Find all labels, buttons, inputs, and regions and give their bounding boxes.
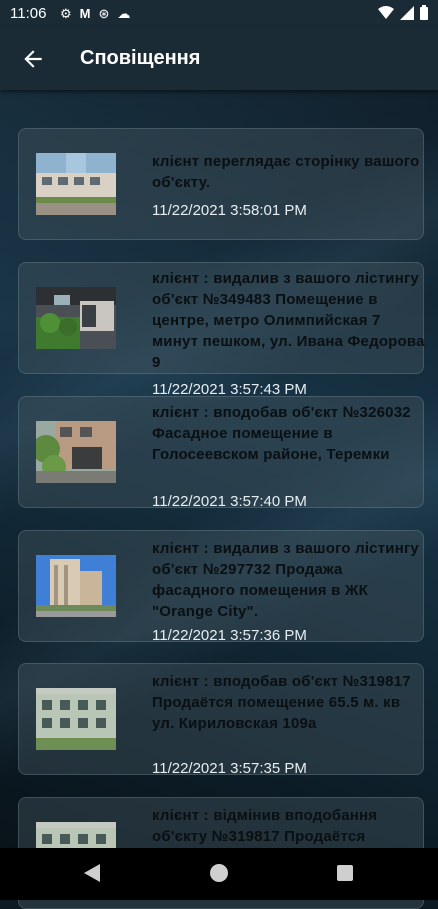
notification-card[interactable]: клієнт переглядає сторінку вашого об'єкт…: [18, 128, 424, 240]
notification-text: клієнт переглядає сторінку вашого об'єкт…: [152, 153, 420, 191]
notification-time: 11/22/2021 3:58:01 PM: [152, 202, 307, 219]
notification-time: 11/22/2021 3:57:36 PM: [152, 627, 307, 644]
property-thumbnail: [36, 153, 116, 215]
notification-text: клієнт : видалив з вашого лістингу об'єк…: [152, 540, 419, 620]
notification-text: клієнт : відмінив вподобання об'єкту №31…: [152, 807, 378, 845]
notification-card[interactable]: клієнт : видалив з вашого лістингу об'єк…: [18, 530, 424, 644]
cloud-icon: ☁: [117, 6, 131, 21]
status-system-icons: [378, 5, 428, 20]
property-thumbnail: [36, 287, 116, 349]
notification-card[interactable]: клієнт : видалив з вашого лістингу об'єк…: [18, 262, 425, 398]
notification-card[interactable]: клієнт : вподобав об'єкт №326032 Фасадно…: [18, 396, 424, 510]
status-notification-icons: ⚙ M ⊛ ☁: [60, 6, 130, 22]
system-nav-bar: [0, 848, 438, 900]
app-bar: Сповіщення: [0, 28, 438, 90]
battery-icon: [420, 5, 428, 20]
property-thumbnail: [36, 421, 116, 483]
notification-text: клієнт : вподобав об'єкт №326032 Фасадно…: [152, 404, 411, 463]
sync-icon: ⊛: [98, 6, 110, 21]
back-arrow-icon[interactable]: [20, 46, 46, 72]
nav-back-icon[interactable]: [84, 864, 100, 882]
nav-recents-icon[interactable]: [337, 865, 353, 881]
property-thumbnail: [36, 688, 116, 750]
notification-text: клієнт : видалив з вашого лістингу об'єк…: [152, 270, 425, 371]
nav-home-icon[interactable]: [210, 864, 228, 882]
status-bar: 11:06 ⚙ M ⊛ ☁: [0, 0, 438, 28]
page-title: Сповіщення: [80, 47, 201, 69]
notification-text: клієнт : вподобав об'єкт №319817 Продаёт…: [152, 673, 411, 732]
property-thumbnail: [36, 555, 116, 617]
mail-icon: M: [79, 6, 91, 21]
gear-icon: ⚙: [60, 6, 72, 21]
notification-time: 11/22/2021 3:57:35 PM: [152, 760, 307, 777]
notification-time: 11/22/2021 3:57:40 PM: [152, 493, 307, 510]
signal-icon: [400, 5, 414, 20]
wifi-icon: [378, 5, 394, 19]
status-time: 11:06: [10, 5, 47, 22]
notification-card[interactable]: клієнт : вподобав об'єкт №319817 Продаёт…: [18, 663, 424, 777]
